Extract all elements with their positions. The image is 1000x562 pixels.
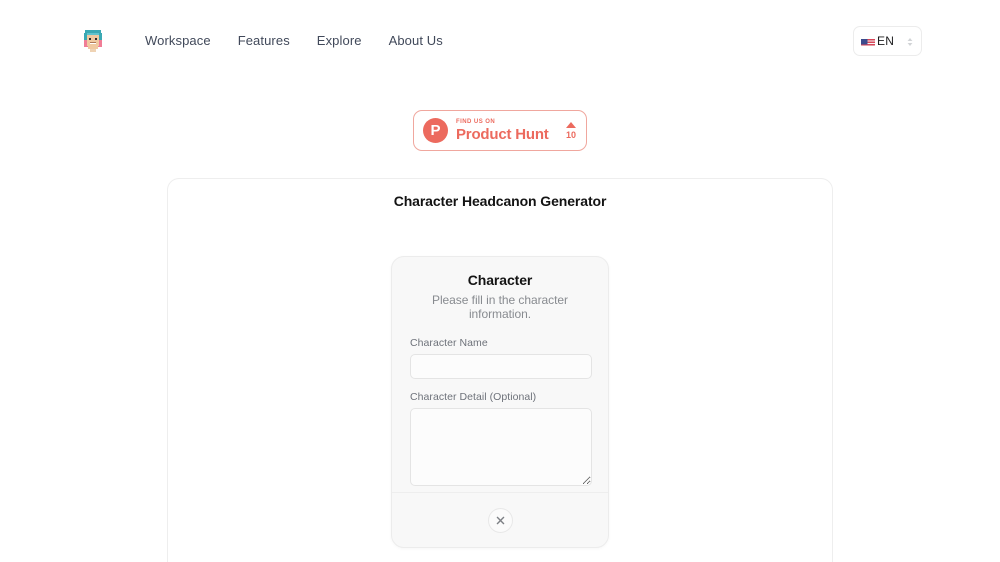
modal-subtitle: Please fill in the character information… xyxy=(431,293,568,321)
product-hunt-badge[interactable]: P FIND US ON Product Hunt 10 xyxy=(413,110,587,151)
close-icon xyxy=(495,515,506,526)
character-detail-label: Character Detail (Optional) xyxy=(410,391,537,403)
character-name-label: Character Name xyxy=(410,337,488,349)
page-title: Character Headcanon Generator xyxy=(393,193,607,209)
product-hunt-logo-icon: P xyxy=(423,118,448,143)
character-detail-textarea[interactable] xyxy=(410,408,592,486)
avatar-logo-icon[interactable] xyxy=(78,26,108,56)
modal-title: Character xyxy=(467,272,533,288)
character-modal: Character Please fill in the character i… xyxy=(391,256,609,548)
site-header: Workspace Features Explore About Us EN xyxy=(0,0,1000,82)
product-hunt-kicker: FIND US ON xyxy=(456,119,496,125)
modal-header: Character Please fill in the character i… xyxy=(392,257,608,333)
modal-body: Character Name Character Detail (Optiona… xyxy=(392,333,608,486)
close-button[interactable] xyxy=(487,507,513,533)
nav-link-about-us[interactable]: About Us xyxy=(389,33,443,48)
product-hunt-text: FIND US ON Product Hunt xyxy=(456,119,549,142)
nav-link-workspace[interactable]: Workspace xyxy=(145,33,211,48)
field-character-detail: Character Detail (Optional) xyxy=(410,391,592,486)
field-character-name: Character Name xyxy=(410,337,592,379)
main-navigation: Workspace Features Explore About Us xyxy=(145,33,443,48)
character-name-input[interactable] xyxy=(410,354,592,379)
product-hunt-name: Product Hunt xyxy=(456,126,549,143)
modal-footer xyxy=(392,492,608,547)
chevron-up-down-icon xyxy=(906,35,914,47)
language-selector[interactable]: EN xyxy=(853,26,922,56)
product-hunt-upvotes[interactable]: 10 xyxy=(565,121,576,140)
us-flag-icon xyxy=(861,36,875,46)
triangle-up-icon xyxy=(565,121,576,128)
nav-link-explore[interactable]: Explore xyxy=(317,33,362,48)
nav-link-features[interactable]: Features xyxy=(238,33,290,48)
language-code: EN xyxy=(877,34,895,48)
product-hunt-upvote-count: 10 xyxy=(565,129,576,140)
